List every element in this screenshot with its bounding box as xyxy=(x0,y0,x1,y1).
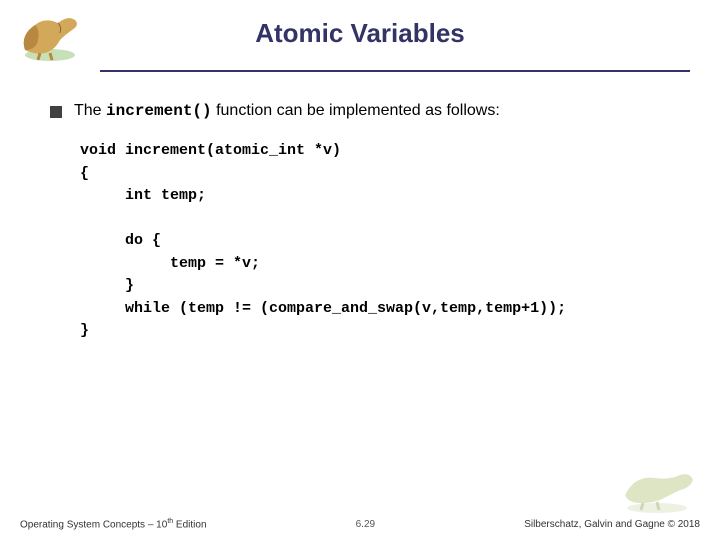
dinosaur-top-icon xyxy=(10,5,90,65)
bullet-text: The increment() function can be implemen… xyxy=(74,102,500,120)
square-bullet-icon xyxy=(50,106,62,118)
header: Atomic Variables xyxy=(0,0,720,70)
bullet-suffix: function can be implemented as follows: xyxy=(212,102,500,119)
footer: Operating System Concepts – 10th Edition… xyxy=(0,518,720,530)
footer-left-b: Edition xyxy=(173,519,206,530)
footer-left: Operating System Concepts – 10th Edition xyxy=(20,518,207,530)
content-area: The increment() function can be implemen… xyxy=(0,72,720,343)
slide-title: Atomic Variables xyxy=(0,0,720,49)
bullet-code: increment() xyxy=(106,102,212,120)
footer-center: 6.29 xyxy=(207,519,525,530)
footer-left-a: Operating System Concepts – 10 xyxy=(20,519,167,530)
bullet-prefix: The xyxy=(74,102,106,119)
bullet-item: The increment() function can be implemen… xyxy=(50,102,690,120)
dinosaur-bottom-icon xyxy=(615,460,700,515)
footer-right: Silberschatz, Galvin and Gagne © 2018 xyxy=(524,519,700,530)
code-block: void increment(atomic_int *v) { int temp… xyxy=(80,140,690,343)
